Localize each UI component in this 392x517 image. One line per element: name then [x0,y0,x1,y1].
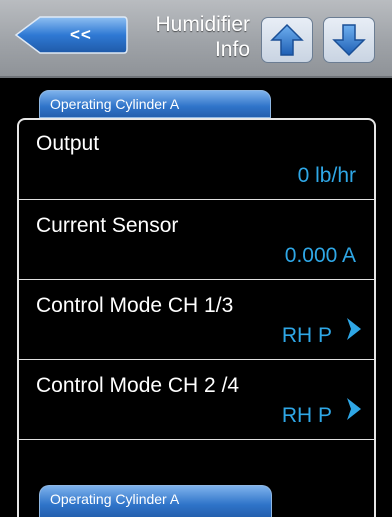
row-value: 0 lb/hr [297,164,356,187]
row-output: Output 0 lb/hr [19,120,374,200]
row-label: Output [36,132,100,155]
title-line-2: Info [214,38,250,61]
title-line-1: Humidifier [155,13,250,36]
tab-operating-cylinder-a-next[interactable]: Operating Cylinder A [39,485,272,517]
back-label: << [70,25,92,44]
page-title: Humidifier Info [130,12,250,62]
row-value: RH P [281,404,332,427]
tab-operating-cylinder-a[interactable]: Operating Cylinder A [39,90,271,118]
header-bar: << Humidifier Info [0,0,392,78]
chevron-right-icon [347,398,361,420]
row-label: Current Sensor [36,214,179,237]
row-label: Control Mode CH 2 /4 [36,374,240,397]
arrow-down-icon [332,24,366,57]
row-label: Control Mode CH 1/3 [36,294,234,317]
row-control-mode-ch24[interactable]: Control Mode CH 2 /4 RH P [19,360,374,440]
row-value: 0.000 A [284,244,356,267]
chevron-right-icon [347,318,361,340]
row-current-sensor: Current Sensor 0.000 A [19,200,374,280]
scroll-up-button[interactable] [261,17,313,63]
row-value: RH P [281,324,332,347]
row-control-mode-ch13[interactable]: Control Mode CH 1/3 RH P [19,280,374,360]
scroll-down-button[interactable] [323,17,375,63]
back-button[interactable]: << [14,15,128,55]
info-panel: Output 0 lb/hr Current Sensor 0.000 A Co… [17,118,376,517]
arrow-up-icon [270,23,304,56]
